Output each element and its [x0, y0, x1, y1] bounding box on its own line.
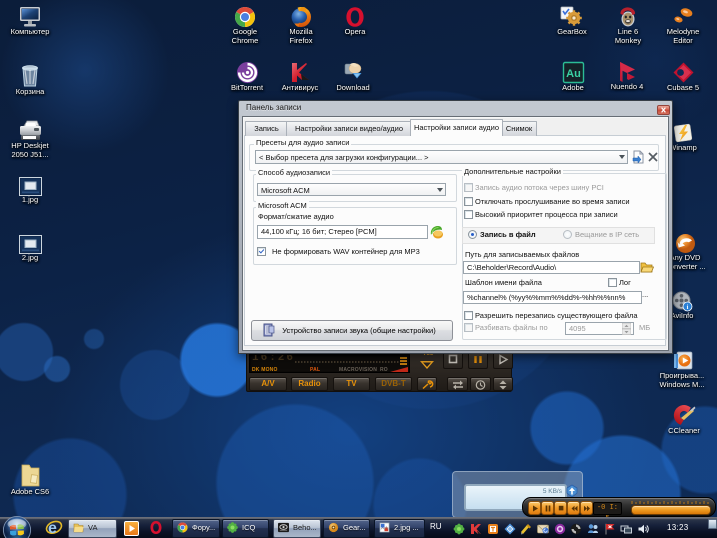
svg-text:Au: Au	[566, 68, 581, 80]
svg-text:e: e	[48, 520, 57, 537]
